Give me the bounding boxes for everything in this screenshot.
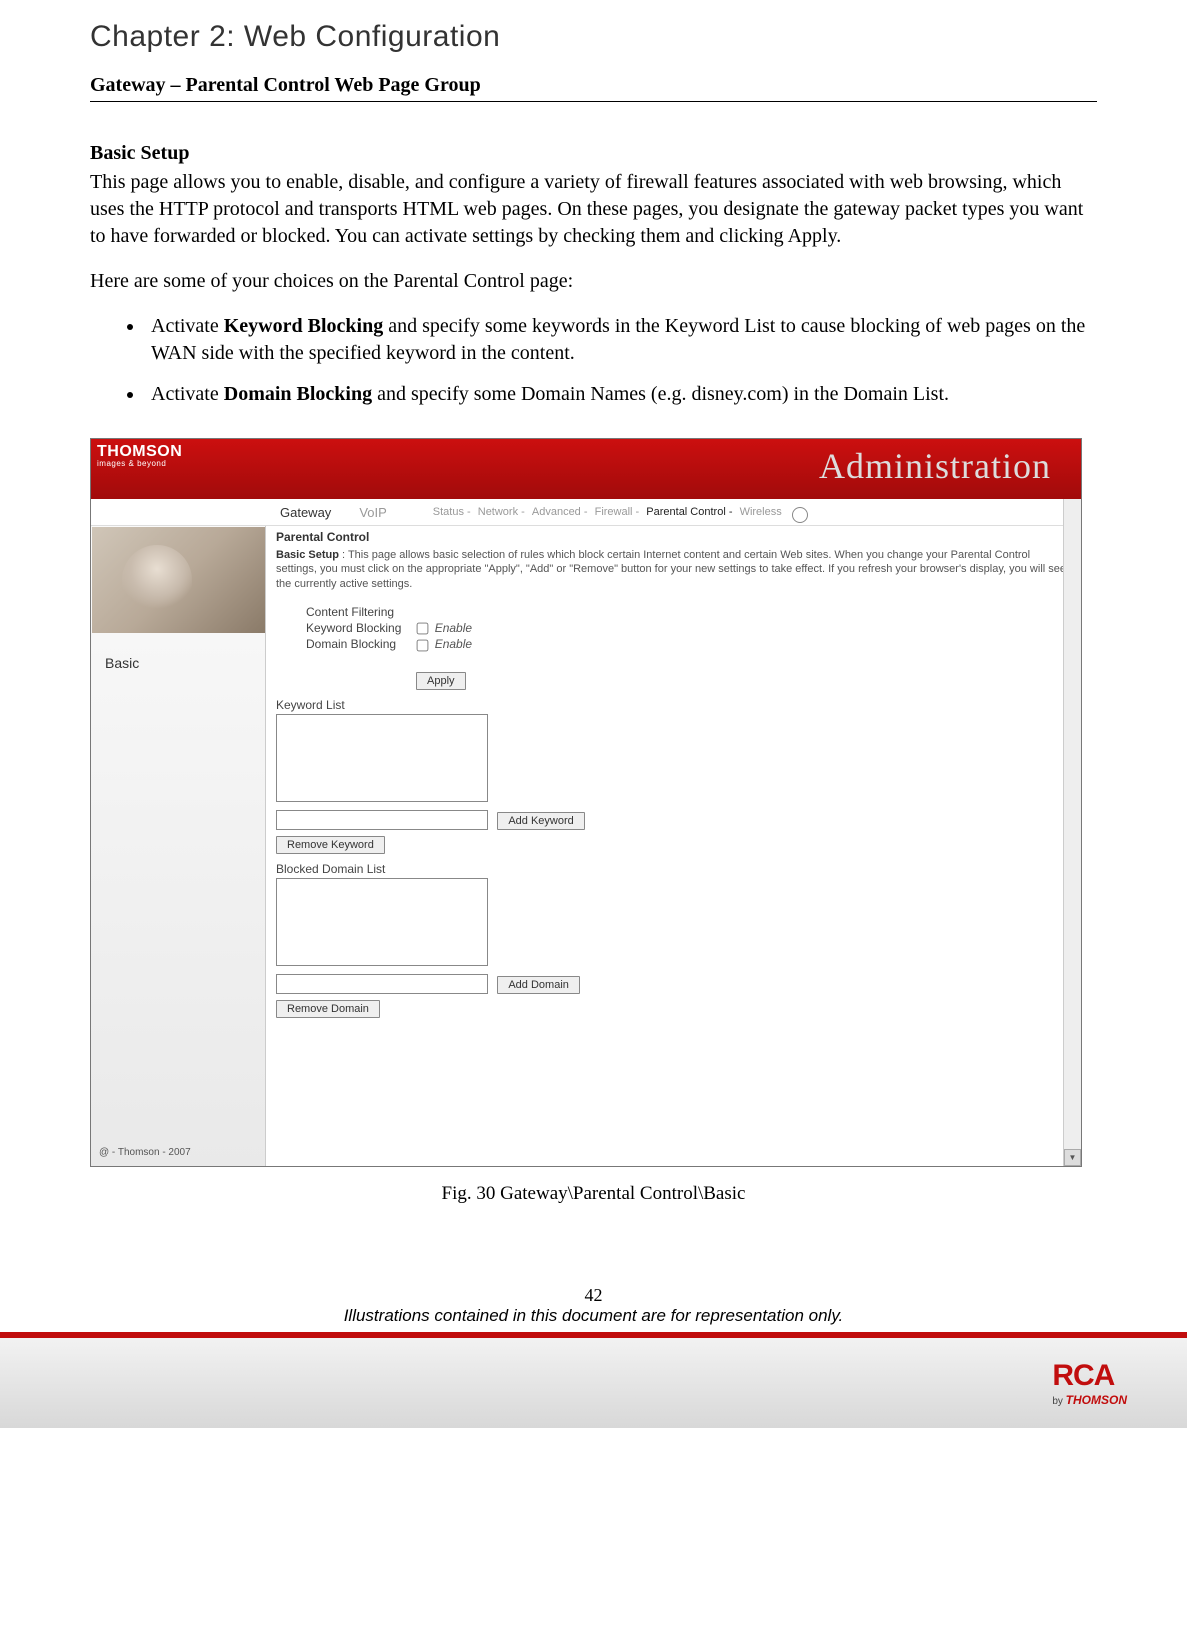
subtab-advanced[interactable]: Advanced -	[530, 506, 590, 518]
remove-domain-button[interactable]: Remove Domain	[276, 1000, 380, 1018]
keyword-input[interactable]	[276, 810, 488, 830]
subtab-wireless[interactable]: Wireless	[738, 506, 784, 518]
keyword-blocking-checkbox[interactable]	[417, 623, 429, 635]
subtab-status[interactable]: Status -	[431, 506, 473, 518]
embedded-screenshot: ▲ ▼ THOMSON images & beyond Administrati…	[90, 438, 1082, 1167]
panel-desc-text: : This page allows basic selection of ru…	[276, 549, 1066, 590]
tab-voip[interactable]: VoIP	[345, 505, 400, 520]
choices-intro: Here are some of your choices on the Par…	[90, 268, 1097, 295]
chapter-title: Chapter 2: Web Configuration	[90, 20, 1097, 54]
keyword-enable-label: Enable	[435, 621, 472, 635]
sidebar: Basic @ - Thomson - 2007	[91, 526, 266, 1166]
reload-icon[interactable]	[792, 507, 808, 523]
thomson-logo: THOMSON images & beyond	[97, 443, 182, 468]
add-domain-button[interactable]: Add Domain	[497, 976, 580, 994]
subtab-firewall[interactable]: Firewall -	[593, 506, 642, 518]
content-panel: Parental Control Basic Setup : This page…	[266, 526, 1081, 1166]
bullet-domain-blocking: Activate Domain Blocking and specify som…	[145, 381, 1097, 408]
remove-keyword-button[interactable]: Remove Keyword	[276, 836, 385, 854]
bullet2-bold: Domain Blocking	[224, 383, 372, 405]
bullet1-pre: Activate	[151, 315, 224, 337]
rca-logo: RCA	[1052, 1359, 1127, 1393]
brand-name: THOMSON	[97, 443, 182, 460]
keyword-list-label: Keyword List	[276, 698, 1071, 712]
brand-tagline: images & beyond	[97, 459, 182, 468]
banner-title: Administration	[819, 445, 1051, 487]
rca-byline: by THOMSON	[1052, 1393, 1127, 1407]
by-text: by	[1052, 1396, 1063, 1407]
panel-title: Parental Control	[276, 530, 1071, 544]
domain-enable-label: Enable	[435, 637, 472, 651]
sub-tabs: Status - Network - Advanced - Firewall -…	[431, 506, 784, 518]
figure-caption: Fig. 30 Gateway\Parental Control\Basic	[90, 1183, 1097, 1205]
bullet2-pre: Activate	[151, 383, 224, 405]
tab-gateway[interactable]: Gateway	[266, 505, 345, 520]
keyword-blocking-label: Keyword Blocking	[306, 621, 411, 635]
sidebar-footer: @ - Thomson - 2007	[99, 1147, 191, 1158]
panel-description: Basic Setup : This page allows basic sel…	[276, 548, 1071, 591]
subtab-parental-control[interactable]: Parental Control -	[644, 506, 734, 518]
keyword-list-box[interactable]	[276, 714, 488, 802]
bullet1-bold: Keyword Blocking	[224, 315, 383, 337]
domain-blocking-label: Domain Blocking	[306, 637, 411, 651]
brand-strip: RCA by THOMSON	[0, 1338, 1187, 1428]
subtab-network[interactable]: Network -	[476, 506, 527, 518]
banner: THOMSON images & beyond Administration	[91, 439, 1081, 499]
intro-paragraph: This page allows you to enable, disable,…	[90, 169, 1097, 250]
page-number: 42	[90, 1285, 1097, 1306]
section-title: Gateway – Parental Control Web Page Grou…	[90, 74, 1097, 102]
blocked-domain-label: Blocked Domain List	[276, 862, 1071, 876]
add-keyword-button[interactable]: Add Keyword	[497, 812, 584, 830]
footer-note: Illustrations contained in this document…	[90, 1306, 1097, 1326]
sub-heading: Basic Setup	[90, 142, 1097, 165]
scroll-down-icon[interactable]: ▼	[1064, 1149, 1081, 1166]
panel-desc-bold: Basic Setup	[276, 549, 339, 561]
sidebar-photo	[92, 527, 265, 633]
bullet-keyword-blocking: Activate Keyword Blocking and specify so…	[145, 313, 1097, 367]
domain-blocking-checkbox[interactable]	[417, 639, 429, 651]
thomson-text: THOMSON	[1066, 1393, 1127, 1407]
content-filtering-heading: Content Filtering	[306, 605, 1071, 619]
scrollbar[interactable]: ▲ ▼	[1063, 439, 1081, 1166]
tab-bar: Gateway VoIP Status - Network - Advanced…	[91, 499, 1081, 526]
bullet2-post: and specify some Domain Names (e.g. disn…	[372, 383, 949, 405]
sidebar-item-basic[interactable]: Basic	[91, 633, 265, 671]
apply-button[interactable]: Apply	[416, 672, 466, 690]
domain-list-box[interactable]	[276, 878, 488, 966]
domain-input[interactable]	[276, 974, 488, 994]
